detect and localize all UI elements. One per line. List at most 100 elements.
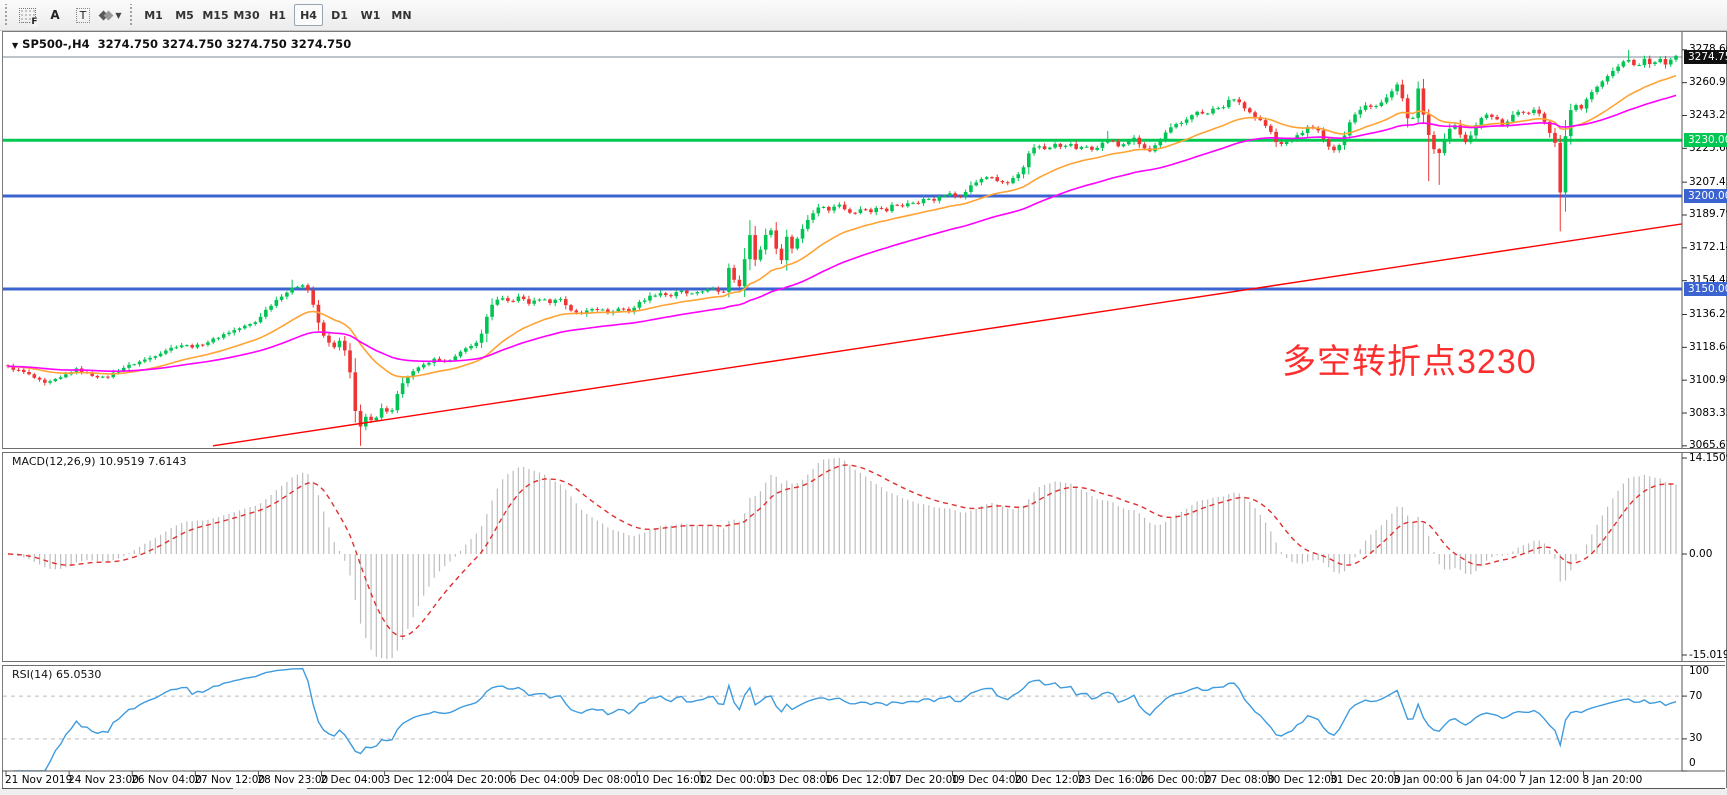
candle-body [364,417,368,427]
candle-body [469,346,473,348]
candle-body [1616,67,1620,71]
candle-body [564,299,568,305]
price-axis-label: 3136.295 [1689,308,1727,320]
symbol-period-label: SP500-,H4 [22,37,89,51]
candle-body [127,365,131,368]
candle-body [559,299,563,300]
candle-body [1064,146,1068,147]
candle-body [1369,105,1373,106]
candle-body [753,235,757,260]
candle-body [385,408,389,411]
candle-body [1469,135,1473,142]
candle-body [1074,144,1078,149]
candle-body [817,207,821,213]
candle-body [648,296,652,301]
candle-body [1227,100,1231,107]
candle-body [1395,85,1399,92]
candle-body [1059,144,1063,147]
candle-body [1622,62,1626,67]
candle-body [506,298,510,301]
candle-body [764,235,768,250]
candle-body [748,235,752,259]
candle-body [1285,142,1289,144]
candle-body [1190,115,1194,119]
price-level-box-3230.000: 3230.000 [1684,133,1727,147]
candle-body [838,205,842,207]
candle-body [1237,99,1241,102]
pane-splitter-macd[interactable] [2,448,1725,453]
macd-pane[interactable] [8,458,1676,659]
candle-body [527,299,531,304]
candle-body [901,205,905,206]
candle-body [1416,89,1420,118]
candle-body [932,199,936,201]
ohlc-readout: 3274.750 3274.750 3274.750 3274.750 [98,37,352,51]
candle-body [1601,81,1605,86]
candle-body [859,209,863,213]
pane-splitter-rsi[interactable] [2,661,1725,666]
fast-ma-orange[interactable] [8,76,1676,377]
candle-body [22,370,26,372]
candle-body [1243,102,1247,108]
candle-body [348,350,352,372]
candle-body [222,334,226,338]
candle-body [811,213,815,220]
candle-body [1253,112,1257,117]
time-axis-label: 19 Dec 04:00 [952,774,1023,786]
candle-body [1627,60,1631,62]
price-axis-label: 3172.140 [1689,241,1727,253]
candle-body [995,177,999,181]
candle-body [17,370,21,371]
candle-body [1406,98,1410,118]
candle-body [1637,65,1641,66]
candle-body [248,324,252,326]
price-chart-canvas[interactable] [0,0,1727,795]
candle-body [1290,140,1294,142]
candle-body [1590,92,1594,99]
candle-body [1579,105,1583,108]
candle-body [1353,114,1357,122]
candle-body [590,309,594,310]
candle-body [101,377,105,378]
candle-body [1201,112,1205,114]
price-axis-label: 3083.330 [1689,407,1727,419]
candle-body [180,345,184,347]
candle-body [801,229,805,239]
candle-body [1490,115,1494,117]
candle-body [1022,167,1026,174]
candle-body [922,199,926,203]
rsi-indicator-label: RSI(14) 65.0530 [12,668,101,681]
candle-body [1527,113,1531,114]
candle-body [1185,119,1189,122]
candle-body [243,326,247,329]
candle-body [290,288,294,293]
price-level-box-3200.000: 3200.000 [1684,189,1727,203]
candle-body [532,301,536,304]
candle-body [1101,143,1105,148]
candle-body [1143,144,1147,148]
candle-body [1669,60,1673,65]
candle-body [1648,59,1652,64]
candle-body [1595,87,1599,92]
rsi-scale-label: 30 [1689,732,1702,744]
candle-body [1485,115,1489,118]
rsi-pane[interactable] [3,669,1682,771]
candle-body [1569,110,1573,136]
time-axis-label: 21 Nov 2019 [5,774,72,786]
candle-body [1653,62,1657,64]
chart-tab-strip[interactable] [0,788,1727,795]
candle-body [1564,136,1568,192]
candle-body [190,345,194,347]
candle-body [501,298,505,300]
candle-body [1159,140,1163,145]
candle-body [1269,126,1273,132]
time-axis-label: 28 Nov 23:00 [257,774,328,786]
candle-body [406,377,410,383]
candle-body [59,377,63,379]
candle-body [1390,91,1394,97]
candle-body [1053,144,1057,148]
candle-body [1011,178,1015,183]
candle-body [853,213,857,214]
main-price-pane[interactable] [3,50,1682,446]
candle-body [338,341,342,347]
